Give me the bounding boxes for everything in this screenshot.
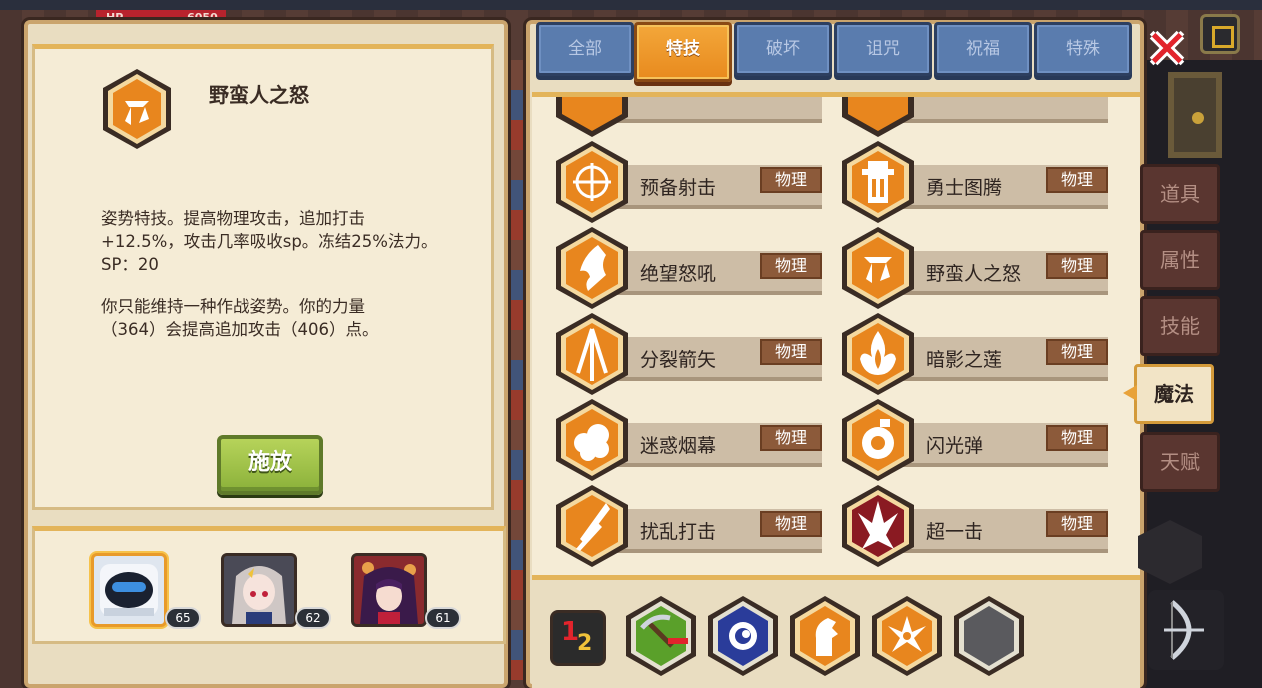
disrupt-strike-icon (556, 485, 628, 567)
skill-type-tag: 物理 (1046, 253, 1108, 279)
horse-knight-icon[interactable] (788, 594, 862, 678)
barbarian-rage-icon (103, 69, 171, 149)
skill-bar (600, 97, 822, 123)
skill-name: 暗影之莲 (926, 349, 1003, 371)
barbarian-rage-icon (842, 227, 914, 309)
vortex-icon[interactable] (706, 594, 780, 678)
cast-button[interactable]: 施放 (217, 435, 323, 495)
silver-hair-girl-icon (224, 556, 294, 624)
list-item[interactable]: 迷惑烟幕 物理 (554, 397, 824, 481)
minimap[interactable] (1168, 72, 1222, 158)
tab-special-skill[interactable]: 特技 (634, 22, 732, 82)
skill-icon (842, 97, 914, 137)
skill-type-tag: 物理 (760, 511, 822, 537)
side-tab-items[interactable]: 道具 (1140, 164, 1220, 224)
skill-name: 勇士图腾 (926, 177, 1003, 199)
shadow-lotus-icon (842, 313, 914, 395)
list-item[interactable] (840, 97, 1110, 137)
list-item[interactable]: 野蛮人之怒 物理 (840, 225, 1110, 309)
pickaxe-icon[interactable] (624, 594, 698, 678)
side-tab-talents[interactable]: 天赋 (1140, 432, 1220, 492)
list-item[interactable]: 分裂箭矢 物理 (554, 311, 824, 395)
list-item[interactable]: 绝望怒吼 物理 (554, 225, 824, 309)
skill-name: 扰乱打击 (640, 521, 717, 543)
list-item[interactable] (554, 97, 824, 137)
list-item[interactable]: 暗影之莲 物理 (840, 311, 1110, 395)
skill-name: 分裂箭矢 (640, 349, 717, 371)
skill-name: 超一击 (926, 521, 984, 543)
skill-note: 你只能维持一种作战姿势。你的力量 （364）会提高追加攻击（406）点。 (101, 297, 379, 339)
skill-list: 预备射击 物理 勇士图腾 物理 绝望怒吼 物理 野蛮人之怒 物理 分裂箭矢 物理… (532, 92, 1140, 580)
empty-slot-icon[interactable] (952, 594, 1026, 678)
skill-icon (556, 97, 628, 137)
skill-bar (886, 97, 1108, 123)
skill-name: 野蛮人之怒 (926, 263, 1022, 285)
list-item[interactable]: 预备射击 物理 (554, 139, 824, 223)
skill-type-tag: 物理 (760, 339, 822, 365)
shuriken-icon[interactable] (870, 594, 944, 678)
crosshair-icon (556, 141, 628, 223)
skill-type-tag: 物理 (1046, 339, 1108, 365)
super-strike-icon (842, 485, 914, 567)
party-bar: 65 62 61 (32, 526, 506, 644)
level-badge: 65 (165, 607, 201, 629)
party-member-1[interactable]: 65 (91, 553, 201, 629)
robot-portrait (91, 553, 167, 627)
skill-type-tag: 物理 (1046, 425, 1108, 451)
skill-name: 迷惑烟幕 (640, 435, 717, 457)
skill-type-tag: 物理 (760, 167, 822, 193)
smoke-icon (556, 399, 628, 481)
skill-type-tag: 物理 (760, 425, 822, 451)
level-badge: 62 (295, 607, 331, 629)
list-item[interactable]: 闪光弹 物理 (840, 397, 1110, 481)
purple-hair-girl-icon (354, 556, 424, 624)
slot-toggle-icon[interactable]: 1 2 (550, 610, 606, 666)
side-tab-magic[interactable]: 魔法 (1134, 364, 1214, 424)
skill-description-card: 野蛮人之怒 姿势特技。提高物理攻击，追加打击 +12.5%，攻击几率吸收sp。冻… (32, 44, 494, 510)
skill-name: 闪光弹 (926, 435, 984, 457)
quick-slot-bar: 1 2 (532, 584, 1140, 688)
top-bar (0, 0, 1262, 10)
tab-destruction[interactable]: 破坏 (734, 22, 832, 76)
roar-icon (556, 227, 628, 309)
tab-blessing[interactable]: 祝福 (934, 22, 1032, 76)
skill-title: 野蛮人之怒 (209, 83, 309, 107)
tab-special[interactable]: 特殊 (1034, 22, 1132, 76)
skill-type-tag: 物理 (1046, 167, 1108, 193)
list-item[interactable]: 勇士图腾 物理 (840, 139, 1110, 223)
party-member-3[interactable]: 61 (351, 553, 461, 629)
robot-avatar-icon (100, 564, 158, 616)
list-item[interactable]: 扰乱打击 物理 (554, 483, 824, 567)
exit-icon[interactable] (1200, 14, 1240, 54)
tab-curse[interactable]: 诅咒 (834, 22, 932, 76)
skill-name: 预备射击 (640, 177, 717, 199)
bow-icon[interactable] (1148, 590, 1224, 670)
skill-description: 姿势特技。提高物理攻击，追加打击 +12.5%，攻击几率吸收sp。冻结25%法力… (101, 209, 438, 274)
skill-type-tag: 物理 (760, 253, 822, 279)
level-badge: 61 (425, 607, 461, 629)
split-arrow-icon (556, 313, 628, 395)
side-tab-attributes[interactable]: 属性 (1140, 230, 1220, 290)
totem-icon (842, 141, 914, 223)
close-icon[interactable]: ✕ (1144, 24, 1190, 76)
witch-portrait (351, 553, 427, 627)
girl-portrait (221, 553, 297, 627)
flash-bomb-icon (842, 399, 914, 481)
party-member-2[interactable]: 62 (221, 553, 331, 629)
list-item[interactable]: 超一击 物理 (840, 483, 1110, 567)
skill-type-tag: 物理 (1046, 511, 1108, 537)
tab-all[interactable]: 全部 (536, 22, 634, 76)
skill-name: 绝望怒吼 (640, 263, 717, 285)
side-tab-skills[interactable]: 技能 (1140, 296, 1220, 356)
